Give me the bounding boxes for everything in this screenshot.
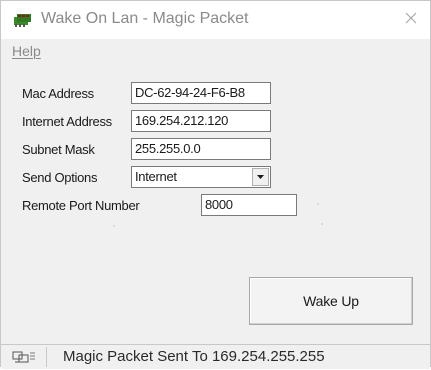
window-title: Wake On Lan - Magic Packet — [41, 10, 249, 27]
remote-port-input[interactable]: 8000 — [201, 194, 297, 216]
subnet-mask-label: Subnet Mask — [22, 142, 95, 157]
close-icon — [405, 11, 417, 29]
subnet-mask-input[interactable]: 255.255.0.0 — [131, 138, 271, 160]
internet-address-label: Internet Address — [22, 114, 112, 129]
artifact-dot — [113, 225, 115, 227]
wake-up-button[interactable]: Wake Up — [249, 277, 413, 325]
send-options-select[interactable]: Internet — [131, 166, 271, 188]
status-message: Magic Packet Sent To 169.254.255.255 — [63, 348, 325, 365]
network-cards-icon — [13, 12, 33, 28]
network-status-icon — [11, 349, 37, 365]
menu-bar: Help — [1, 39, 430, 63]
status-bar: Magic Packet Sent To 169.254.255.255 — [1, 344, 430, 369]
internet-address-input[interactable]: 169.254.212.120 — [131, 110, 271, 132]
remote-port-label: Remote Port Number — [22, 198, 140, 213]
close-button[interactable] — [396, 5, 426, 35]
chevron-down-icon[interactable] — [252, 168, 269, 186]
send-options-value: Internet — [135, 169, 177, 184]
status-divider — [46, 347, 47, 367]
mac-address-input[interactable]: DC-62-94-24-F6-B8 — [131, 82, 271, 104]
form-panel: Mac Address DC-62-94-24-F6-B8 Internet A… — [1, 63, 430, 339]
wake-on-lan-window: Wake On Lan - Magic Packet Help Mac Addr… — [0, 0, 431, 369]
title-bar[interactable]: Wake On Lan - Magic Packet — [1, 1, 430, 39]
menu-help[interactable]: Help — [12, 43, 41, 59]
artifact-dot — [321, 223, 323, 225]
send-options-label: Send Options — [22, 170, 98, 185]
mac-address-label: Mac Address — [22, 86, 94, 101]
artifact-dot — [317, 203, 319, 205]
